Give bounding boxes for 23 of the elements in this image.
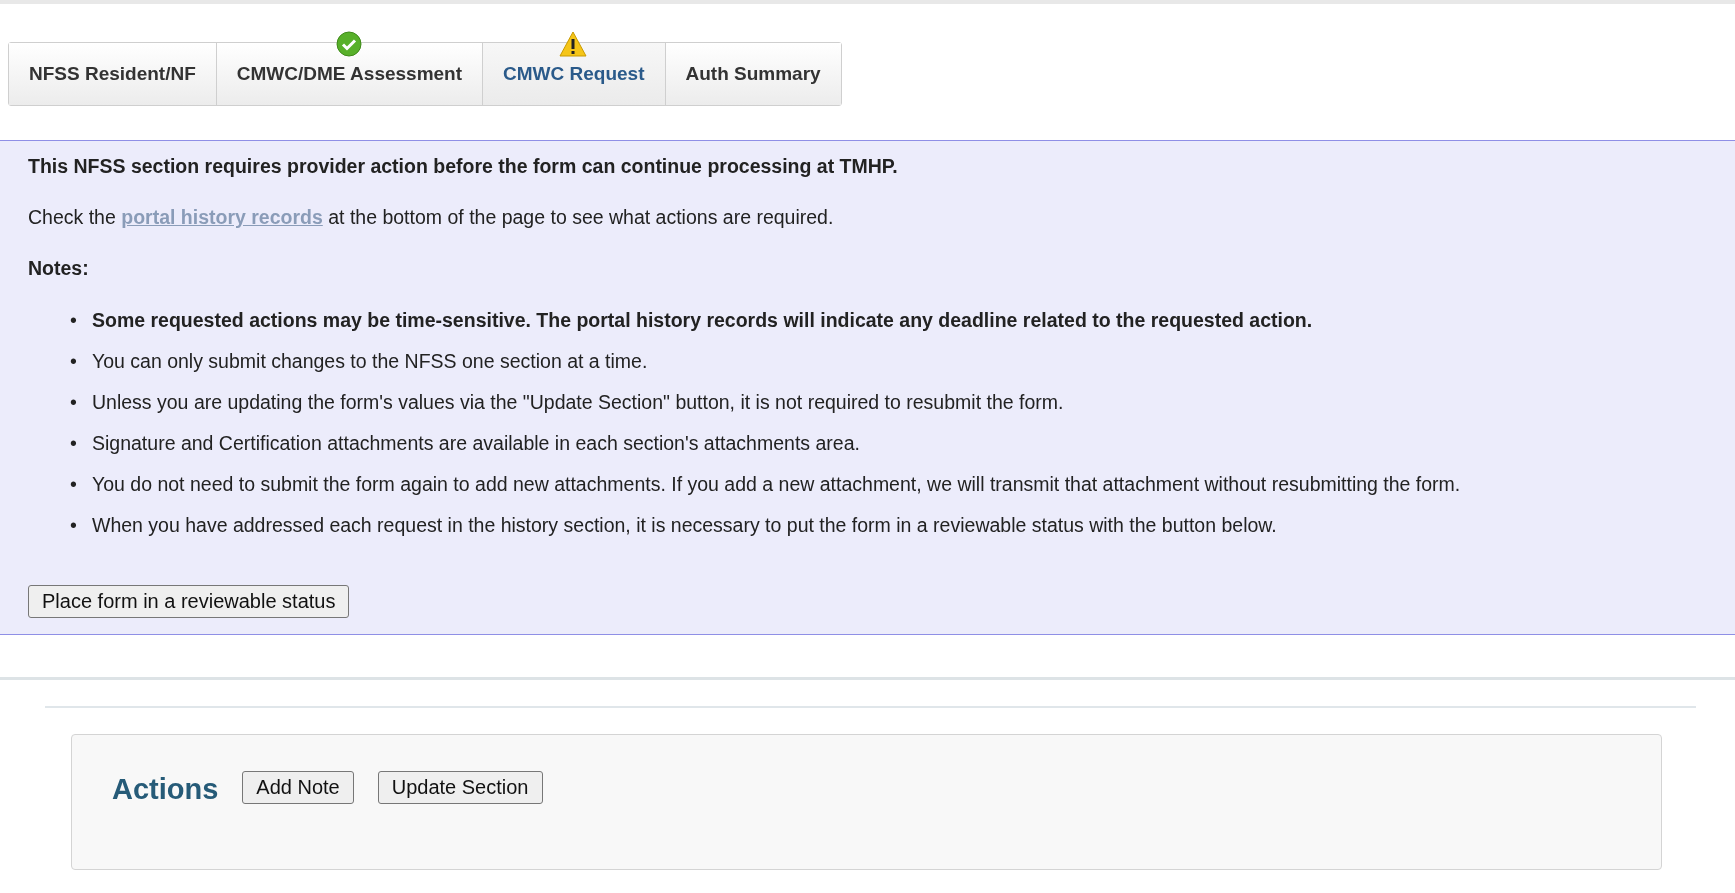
bullet: • bbox=[70, 349, 78, 373]
note-item: Some requested actions may be time-sensitive. The portal history records will indicate any deadline related to the requested action. bbox=[92, 308, 1313, 332]
actions-title: Actions bbox=[112, 772, 219, 807]
notice-heading: This NFSS section requires provider action before the form can continue processing at TMHP. bbox=[28, 155, 899, 178]
note-item: You do not need to submit the form again to add new attachments. If you add a new attachment, we will transmit that attachment without resubmitting the form. bbox=[92, 472, 1461, 496]
action-button[interactable]: Update Section bbox=[377, 771, 543, 804]
note-item: You can only submit changes to the NFSS one section at a time. bbox=[92, 349, 648, 373]
bullet: • bbox=[70, 431, 78, 455]
action-button[interactable]: Add Note bbox=[242, 771, 354, 804]
bullet: • bbox=[70, 308, 78, 332]
note-item: When you have addressed each request in the history section, it is necessary to put the form in a reviewable status with the button below. bbox=[92, 513, 1277, 537]
bullet: • bbox=[70, 513, 78, 537]
tab[interactable]: CMWC Request bbox=[482, 43, 665, 105]
tab[interactable]: NFSS Resident/NF bbox=[9, 43, 216, 105]
tab[interactable]: Auth Summary bbox=[664, 43, 841, 105]
reviewable-status-button[interactable]: Place form in a reviewable status bbox=[28, 585, 350, 618]
tab[interactable]: CMWC/DME Assessment bbox=[215, 43, 483, 105]
note-item: Signature and Certification attachments are available in each section's attachments area. bbox=[92, 431, 860, 455]
notes-label: Notes: bbox=[28, 257, 90, 280]
bullet: • bbox=[70, 472, 78, 496]
bullet: • bbox=[70, 390, 78, 414]
note-item: Unless you are updating the form's values via the "Update Section" button, it is not required to resubmit the form. bbox=[92, 390, 1064, 414]
instruction-text: Check the portal history records at the bottom of the page to see what actions are required. bbox=[28, 206, 835, 229]
